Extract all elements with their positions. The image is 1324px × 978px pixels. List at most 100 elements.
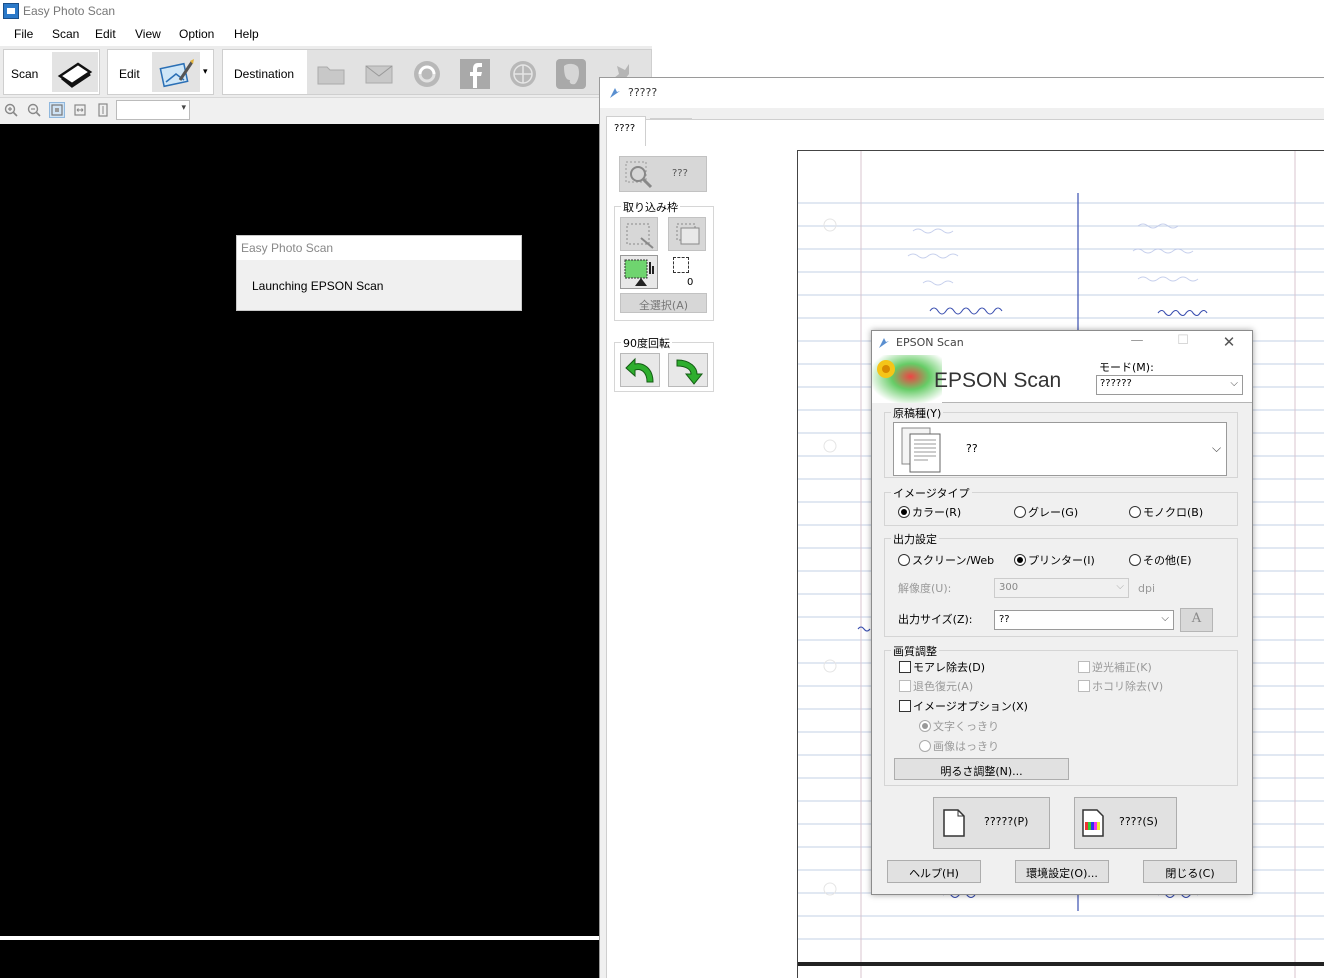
scan-button[interactable]: ????(S) (1074, 797, 1177, 849)
image-option-checkbox[interactable]: イメージオプション(X) (899, 698, 1028, 714)
rotate-legend: 90度回転 (621, 335, 672, 351)
epson-header: EPSON Scan モード(M): ?????? ⌵ (872, 355, 1252, 403)
radio-text-sharp[interactable]: 文字くっきり (919, 718, 999, 734)
output-size-select[interactable]: ?? ⌵ (994, 610, 1174, 630)
image-quality-group: 画質調整 モアレ除去(D) 逆光補正(K) 退色復元(A) ホコリ除去(V) イ… (884, 643, 1238, 786)
mode-select[interactable]: ?????? ⌵ (1096, 375, 1243, 395)
document-type-legend: 原稿種(Y) (891, 405, 944, 421)
preview-title: ????? (628, 86, 658, 99)
scan-label: Scan (11, 67, 39, 81)
resolution-label: 解像度(U): (898, 582, 952, 595)
radio-other[interactable]: その他(E) (1129, 552, 1192, 568)
auto-locate-button[interactable] (620, 217, 658, 251)
zoom-in-icon[interactable] (4, 103, 18, 117)
output-legend: 出力設定 (891, 531, 939, 547)
menu-option[interactable]: Option (179, 27, 214, 41)
page-icon (943, 809, 965, 837)
document-type-select[interactable]: ?? ⌵ (893, 422, 1227, 476)
destination-label: Destination (234, 67, 295, 81)
configuration-button[interactable]: 環境設定(O)... (1015, 860, 1109, 883)
marquee-outline-icon[interactable] (673, 257, 689, 273)
menu-scan[interactable]: Scan (52, 27, 79, 41)
chevron-down-icon: ⌵ (1116, 581, 1124, 592)
document-type-group: 原稿種(Y) ?? ⌵ (884, 405, 1238, 478)
fit-page-icon[interactable] (49, 102, 65, 118)
scan-button[interactable] (52, 52, 98, 92)
epson-brand: EPSON Scan (934, 369, 1062, 392)
rotate-group: 90度回転 (614, 335, 714, 392)
launching-dialog-title: Easy Photo Scan (241, 241, 334, 255)
magnifier-icon (625, 161, 653, 189)
output-settings-group: 出力設定 スクリーン/Web プリンター(I) その他(E) 解像度(U): 3… (884, 531, 1238, 637)
chevron-down-icon: ⌵ (1212, 441, 1222, 455)
menu-view[interactable]: View (135, 27, 161, 41)
epson-scan-icon (879, 338, 889, 348)
minimize-icon[interactable]: — (1122, 333, 1152, 353)
tab-preview-1[interactable]: ???? (606, 116, 646, 146)
launching-dialog: Easy Photo Scan Launching EPSON Scan (236, 235, 522, 311)
help-button[interactable]: ヘルプ(H) (887, 860, 981, 883)
dust-removal-checkbox[interactable]: ホコリ除去(V) (1078, 678, 1163, 694)
facebook-icon[interactable] (459, 58, 491, 90)
zoom-preview-button[interactable]: ??? (619, 156, 707, 192)
maximize-icon[interactable]: ☐ (1168, 333, 1198, 353)
radio-gray[interactable]: グレー(G) (1014, 504, 1078, 520)
backlight-checkbox[interactable]: 逆光補正(K) (1078, 659, 1152, 675)
auto-locate-icon (626, 223, 654, 249)
marquee-group: 取り込み枠 0 全選択(A) (614, 199, 714, 321)
zoom-out-icon[interactable] (27, 103, 41, 117)
output-size-value: ?? (999, 614, 1010, 625)
edit-button[interactable] (152, 52, 200, 92)
app-title: Easy Photo Scan (23, 4, 116, 18)
mode-label: モード(M): (1099, 361, 1154, 374)
radio-screen-web[interactable]: スクリーン/Web (898, 552, 994, 568)
folder-icon[interactable] (315, 58, 347, 90)
chevron-down-icon: ⌵ (1161, 613, 1169, 624)
brightness-button[interactable]: 明るさ調整(N)... (894, 758, 1069, 780)
document-icon (901, 427, 941, 473)
radio-mono[interactable]: モノクロ(B) (1129, 504, 1203, 520)
scan-button-label: ????(S) (1119, 815, 1158, 828)
radio-printer[interactable]: プリンター(I) (1014, 552, 1095, 568)
fit-height-icon[interactable] (96, 103, 110, 117)
delete-marquee-button[interactable] (668, 217, 706, 251)
app-title-bar: Easy Photo Scan (0, 0, 1324, 23)
select-all-button[interactable]: 全選択(A) (620, 293, 707, 313)
resolution-value: 300 (999, 582, 1019, 593)
close-icon[interactable]: ✕ (1214, 333, 1244, 353)
resolution-select[interactable]: 300 ⌵ (994, 578, 1129, 598)
moire-checkbox[interactable]: モアレ除去(D) (899, 659, 985, 675)
preview-title-bar: ????? (600, 78, 1324, 108)
output-size-settings-icon[interactable]: A (1180, 608, 1213, 632)
epson-scan-dialog: EPSON Scan — ☐ ✕ EPSON Scan モード(M): ????… (871, 330, 1253, 895)
color-scan-icon (1082, 809, 1104, 837)
evernote-icon[interactable] (555, 58, 587, 90)
rotate-left-button[interactable] (620, 353, 660, 387)
menu-help[interactable]: Help (234, 27, 259, 41)
app-icon (3, 3, 19, 19)
fit-width-icon[interactable] (73, 103, 87, 117)
mail-icon[interactable] (363, 58, 395, 90)
epson-title-bar: EPSON Scan — ☐ ✕ (872, 331, 1252, 355)
preview-divider (0, 936, 599, 940)
chevron-down-icon: ⌵ (1230, 378, 1238, 389)
edit-dropdown-icon[interactable]: ▾ (203, 66, 208, 77)
radio-color[interactable]: カラー(R) (898, 504, 961, 520)
zoom-level-select[interactable] (116, 100, 190, 120)
image-adjust-button[interactable] (620, 255, 658, 289)
globe-icon[interactable] (507, 58, 539, 90)
menu-file[interactable]: File (14, 27, 33, 41)
rotate-right-button[interactable] (668, 353, 708, 387)
image-preview-icon (624, 259, 654, 286)
menu-edit[interactable]: Edit (95, 27, 116, 41)
radio-image-sharp[interactable]: 画像はっきり (919, 738, 999, 754)
preview-button-label: ?????(P) (984, 815, 1029, 828)
scan-group: Scan (3, 49, 100, 95)
image-type-group: イメージタイプ カラー(R) グレー(G) モノクロ(B) (884, 485, 1238, 526)
close-button[interactable]: 閉じる(C) (1143, 860, 1237, 883)
preview-button[interactable]: ?????(P) (933, 797, 1050, 849)
quality-legend: 画質調整 (891, 643, 939, 659)
web-sync-icon[interactable] (411, 58, 443, 90)
flower-banner-icon (872, 355, 942, 403)
fade-restore-checkbox[interactable]: 退色復元(A) (899, 678, 973, 694)
